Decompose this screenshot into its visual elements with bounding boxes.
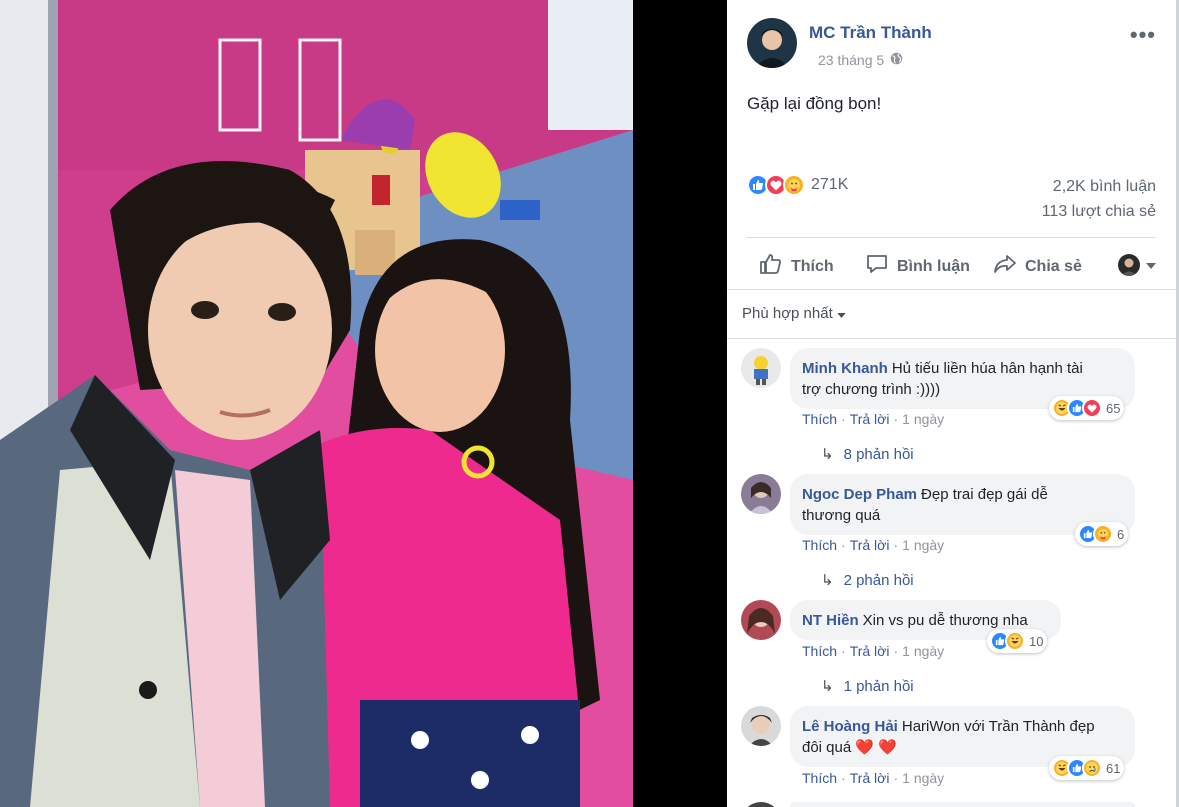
comment-text-line1: Xin vs pu dễ thương nha xyxy=(862,612,1028,629)
caret-down-icon xyxy=(837,305,846,322)
comment-time[interactable]: 1 ngày xyxy=(902,643,944,659)
post-detail-panel: MC Trần Thành 23 tháng 5 ••• Gặp lại đồn… xyxy=(727,0,1176,807)
commenter-avatar[interactable] xyxy=(741,600,781,640)
comment-like-link[interactable]: Thích xyxy=(802,537,837,553)
view-replies-link[interactable]: ↳ 1 phản hồi xyxy=(821,677,914,696)
comment-actions: Thích · Trả lời · 1 ngày xyxy=(802,411,945,427)
share-arrow-icon xyxy=(993,252,1017,281)
reply-arrow-icon: ↳ xyxy=(821,572,834,589)
post-text: Gặp lại đồng bọn! xyxy=(747,94,882,113)
comment-actions: Thích · Trả lời · 1 ngày xyxy=(802,643,945,659)
view-replies-link[interactable]: ↳ 8 phản hồi xyxy=(821,445,914,464)
haha-reaction-icon xyxy=(1005,631,1025,651)
post-stats: 271K 2,2K bình luận 113 lượt chia sẻ xyxy=(747,172,1156,228)
comment-filter-bar: Phù hợp nhất xyxy=(727,289,1176,339)
reply-arrow-icon: ↳ xyxy=(821,446,834,463)
comment-actions: Thích · Trả lời · 1 ngày xyxy=(802,537,945,553)
more-options-icon[interactable]: ••• xyxy=(1130,22,1156,48)
comment-text-line2: trợ chương trình :)))) xyxy=(802,381,941,398)
replies-count: 2 phản hồi xyxy=(843,571,914,589)
next-comment-peek xyxy=(741,798,1176,807)
viewer-avatar xyxy=(1118,254,1140,276)
author-name[interactable]: MC Trần Thành xyxy=(809,23,932,43)
commenter-avatar[interactable] xyxy=(741,348,781,388)
globe-icon xyxy=(890,52,903,68)
love-reaction-icon xyxy=(1082,398,1102,418)
like-label: Thích xyxy=(791,257,834,275)
comment-count[interactable]: 2,2K bình luận xyxy=(1053,178,1156,196)
comment-text-line1: HariWon với Trần Thành đẹp xyxy=(901,718,1095,735)
commenter-name[interactable]: Ngoc Dep Pham xyxy=(802,486,917,503)
sort-label: Phù hợp nhất xyxy=(742,305,833,322)
comment-reaction-count: 65 xyxy=(1106,400,1121,416)
comment-as-selector[interactable] xyxy=(1118,254,1156,276)
share-button[interactable]: Chia sẻ xyxy=(993,252,1082,281)
like-button[interactable]: Thích xyxy=(759,252,834,281)
post-photo[interactable] xyxy=(0,0,633,807)
replies-count: 8 phản hồi xyxy=(843,445,914,463)
commenter-name[interactable]: Minh Khanh xyxy=(802,360,888,377)
post-header: MC Trần Thành 23 tháng 5 ••• xyxy=(747,18,1166,74)
commenter-name[interactable]: Lê Hoàng Hải xyxy=(802,718,898,735)
comment-time[interactable]: 1 ngày xyxy=(902,537,944,553)
comment-text-line1: Đẹp trai đẹp gái dễ xyxy=(921,486,1048,503)
comment-reply-link[interactable]: Trả lời xyxy=(850,411,890,427)
commenter-avatar[interactable] xyxy=(741,474,781,514)
comment-reactions[interactable]: 6 xyxy=(1075,522,1129,546)
comment-reactions[interactable]: 65 xyxy=(1049,396,1125,420)
comment-reply-link[interactable]: Trả lời xyxy=(850,770,890,786)
view-replies-link[interactable]: ↳ 2 phản hồi xyxy=(821,571,914,590)
replies-count: 1 phản hồi xyxy=(843,677,914,695)
sad-reaction-icon xyxy=(1082,758,1102,778)
reaction-count: 271K xyxy=(811,176,849,193)
caret-down-icon xyxy=(1146,256,1156,274)
comment-time[interactable]: 1 ngày xyxy=(902,770,944,786)
photo-viewer xyxy=(0,0,727,807)
comment-actions: Thích · Trả lời · 1 ngày xyxy=(802,770,945,786)
thumbs-up-icon xyxy=(759,252,783,281)
comment-text-line2: thương quá xyxy=(802,507,881,524)
commenter-name[interactable]: NT Hiền xyxy=(802,612,859,629)
post-meta: 23 tháng 5 xyxy=(818,52,903,68)
comment-reply-link[interactable]: Trả lời xyxy=(850,537,890,553)
share-label: Chia sẻ xyxy=(1025,257,1082,275)
selfie-photo-illustration xyxy=(0,0,633,807)
comment-reactions[interactable]: 10 xyxy=(987,629,1048,653)
comment-reaction-count: 6 xyxy=(1117,526,1125,542)
comment-time[interactable]: 1 ngày xyxy=(902,411,944,427)
comment-reply-link[interactable]: Trả lời xyxy=(850,643,890,659)
comment-like-link[interactable]: Thích xyxy=(802,770,837,786)
comment-label: Bình luận xyxy=(897,257,970,275)
care-reaction-icon xyxy=(783,174,805,196)
heart-emoji: ❤️ ❤️ xyxy=(855,739,897,756)
comment-reaction-count: 10 xyxy=(1029,633,1044,649)
share-count[interactable]: 113 lượt chia sẻ xyxy=(1042,203,1156,221)
reply-arrow-icon: ↳ xyxy=(821,678,834,695)
comment-reaction-count: 61 xyxy=(1106,760,1121,776)
comment-reactions[interactable]: 61 xyxy=(1049,756,1125,780)
commenter-avatar[interactable] xyxy=(741,706,781,746)
comment-sort-dropdown[interactable]: Phù hợp nhất xyxy=(742,305,846,322)
comment-bubble-icon xyxy=(865,252,889,281)
post-date[interactable]: 23 tháng 5 xyxy=(818,52,884,68)
comment-button[interactable]: Bình luận xyxy=(865,252,970,281)
care-reaction-icon xyxy=(1093,524,1113,544)
comment-like-link[interactable]: Thích xyxy=(802,643,837,659)
comment-like-link[interactable]: Thích xyxy=(802,411,837,427)
comment-text-line1: Hủ tiếu liền húa hân hạnh tài xyxy=(891,360,1083,377)
author-avatar[interactable] xyxy=(747,18,797,68)
reaction-summary[interactable]: 271K xyxy=(747,174,848,196)
comment-text-line2: đôi quá xyxy=(802,739,852,756)
post-action-bar: Thích Bình luận Chia sẻ xyxy=(747,237,1156,289)
